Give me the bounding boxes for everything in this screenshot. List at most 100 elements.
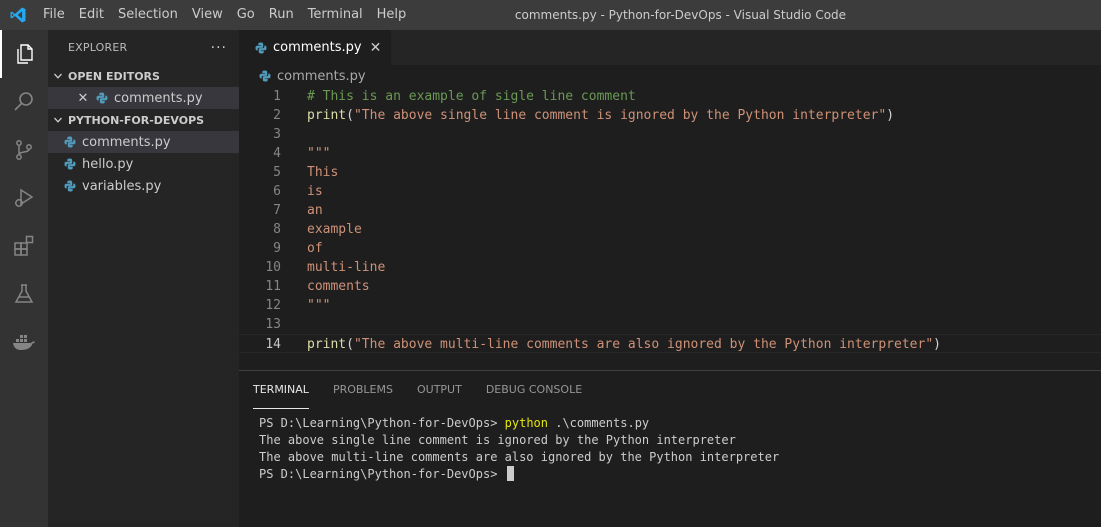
python-file-icon — [62, 156, 78, 172]
editor-group: comments.py ✕ comments.py 1 # This is an … — [239, 30, 1101, 370]
line-number: 11 — [265, 279, 281, 294]
tab-output[interactable]: OUTPUT — [417, 371, 462, 409]
menu-view[interactable]: View — [185, 0, 230, 30]
code-line[interactable]: 4 """ — [239, 144, 1101, 163]
open-editors-title: OPEN EDITORS — [68, 69, 160, 83]
file-item-variables[interactable]: variables.py — [48, 175, 239, 197]
python-file-icon — [94, 90, 110, 106]
search-icon[interactable] — [0, 78, 48, 126]
source-control-icon[interactable] — [0, 126, 48, 174]
code-text: This — [307, 163, 338, 182]
open-editor-label: comments.py — [114, 90, 203, 106]
line-number: 7 — [273, 203, 281, 218]
menu-edit[interactable]: Edit — [72, 0, 111, 30]
code-text: of — [307, 239, 323, 258]
terminal[interactable]: PS D:\Learning\Python-for-DevOps> python… — [239, 409, 1101, 483]
code-line[interactable]: 14 print("The above multi-line comments a… — [239, 334, 1101, 353]
code-token: of — [307, 241, 323, 256]
folder-section[interactable]: PYTHON-FOR-DEVOPS — [48, 109, 239, 131]
code-token: "The above single line comment is ignore… — [353, 108, 887, 123]
terminal-args: .\comments.py — [548, 416, 650, 430]
line-number: 12 — [265, 298, 281, 313]
file-label: comments.py — [82, 134, 171, 150]
code-line[interactable]: 13 — [239, 315, 1101, 334]
code-line[interactable]: 10 multi-line — [239, 258, 1101, 277]
menu-selection[interactable]: Selection — [111, 0, 185, 30]
file-label: variables.py — [82, 178, 162, 194]
terminal-output: The above multi-line comments are also i… — [259, 450, 780, 464]
terminal-prompt: PS D:\Learning\Python-for-DevOps> — [259, 416, 505, 430]
docker-icon[interactable] — [0, 318, 48, 366]
code-token: """ — [307, 298, 331, 313]
python-file-icon — [257, 68, 273, 84]
line-number: 10 — [265, 260, 281, 275]
terminal-line: PS D:\Learning\Python-for-DevOps> — [259, 466, 1101, 483]
code-line[interactable]: 7 an — [239, 201, 1101, 220]
code-line[interactable]: 3 — [239, 125, 1101, 144]
code-line[interactable]: 5 This — [239, 163, 1101, 182]
chevron-down-icon — [48, 115, 68, 125]
line-number: 8 — [273, 222, 281, 237]
extensions-icon[interactable] — [0, 222, 48, 270]
code-token: ) — [886, 108, 895, 123]
line-number: 3 — [273, 127, 281, 142]
menu-help[interactable]: Help — [370, 0, 414, 30]
close-icon[interactable]: ✕ — [370, 40, 382, 56]
menu-bar: File Edit Selection View Go Run Terminal… — [36, 0, 413, 30]
testing-icon[interactable] — [0, 270, 48, 318]
explorer-icon[interactable] — [0, 30, 48, 78]
open-editors-section[interactable]: OPEN EDITORS — [48, 65, 239, 87]
code-token: ) — [933, 337, 941, 352]
code-editor[interactable]: 1 # This is an example of sigle line comm… — [239, 87, 1101, 353]
code-token: is — [307, 184, 323, 199]
file-item-comments[interactable]: comments.py — [48, 131, 239, 153]
code-text: """ — [307, 144, 330, 163]
run-debug-icon[interactable] — [0, 174, 48, 222]
panel-tabs: TERMINAL PROBLEMS OUTPUT DEBUG CONSOLE — [239, 371, 1101, 409]
code-token: This — [307, 165, 339, 180]
code-token: ( — [346, 337, 354, 352]
code-line[interactable]: 2 print("The above single line comment is… — [239, 106, 1101, 125]
code-line[interactable]: 8 example — [239, 220, 1101, 239]
code-line[interactable]: 12 """ — [239, 296, 1101, 315]
more-actions-icon[interactable]: ··· — [211, 40, 227, 56]
menu-go[interactable]: Go — [230, 0, 262, 30]
code-line[interactable]: 9 of — [239, 239, 1101, 258]
line-number: 4 — [273, 146, 281, 161]
breadcrumb[interactable]: comments.py — [239, 65, 1101, 87]
code-token: # This is an example of sigle line comme… — [307, 89, 636, 104]
code-text: example — [307, 220, 362, 239]
line-number: 9 — [273, 241, 281, 256]
tab-terminal[interactable]: TERMINAL — [253, 371, 309, 409]
open-editor-item[interactable]: ✕ comments.py — [48, 87, 239, 109]
tab-problems[interactable]: PROBLEMS — [333, 371, 393, 409]
code-token: print — [307, 337, 347, 352]
editor-tabs: comments.py ✕ — [239, 30, 1101, 65]
code-text: is — [307, 182, 323, 201]
python-file-icon — [62, 134, 78, 150]
line-number: 5 — [273, 165, 281, 180]
code-line[interactable]: 6 is — [239, 182, 1101, 201]
line-number: 6 — [273, 184, 281, 199]
menu-terminal[interactable]: Terminal — [301, 0, 370, 30]
code-token: multi-line — [307, 260, 386, 275]
code-text: # This is an example of sigle line comme… — [307, 87, 636, 106]
line-number: 13 — [265, 317, 281, 332]
terminal-cursor — [506, 466, 514, 481]
explorer-sidebar: EXPLORER ··· OPEN EDITORS ✕ comments.py … — [48, 30, 239, 527]
terminal-prompt: PS D:\Learning\Python-for-DevOps> — [259, 467, 505, 481]
code-line[interactable]: 1 # This is an example of sigle line comm… — [239, 87, 1101, 106]
tab-debug-console[interactable]: DEBUG CONSOLE — [486, 371, 582, 409]
line-number: 2 — [273, 108, 281, 123]
file-item-hello[interactable]: hello.py — [48, 153, 239, 175]
terminal-output: The above single line comment is ignored… — [259, 433, 736, 447]
close-icon[interactable]: ✕ — [72, 91, 94, 106]
code-token: an — [307, 203, 323, 218]
menu-run[interactable]: Run — [262, 0, 301, 30]
tab-comments[interactable]: comments.py ✕ — [239, 30, 393, 65]
terminal-line: PS D:\Learning\Python-for-DevOps> python… — [259, 415, 1101, 432]
code-text: print("The above multi-line comments are… — [307, 335, 941, 354]
code-line[interactable]: 11 comments — [239, 277, 1101, 296]
menu-file[interactable]: File — [36, 0, 72, 30]
python-file-icon — [253, 40, 269, 56]
